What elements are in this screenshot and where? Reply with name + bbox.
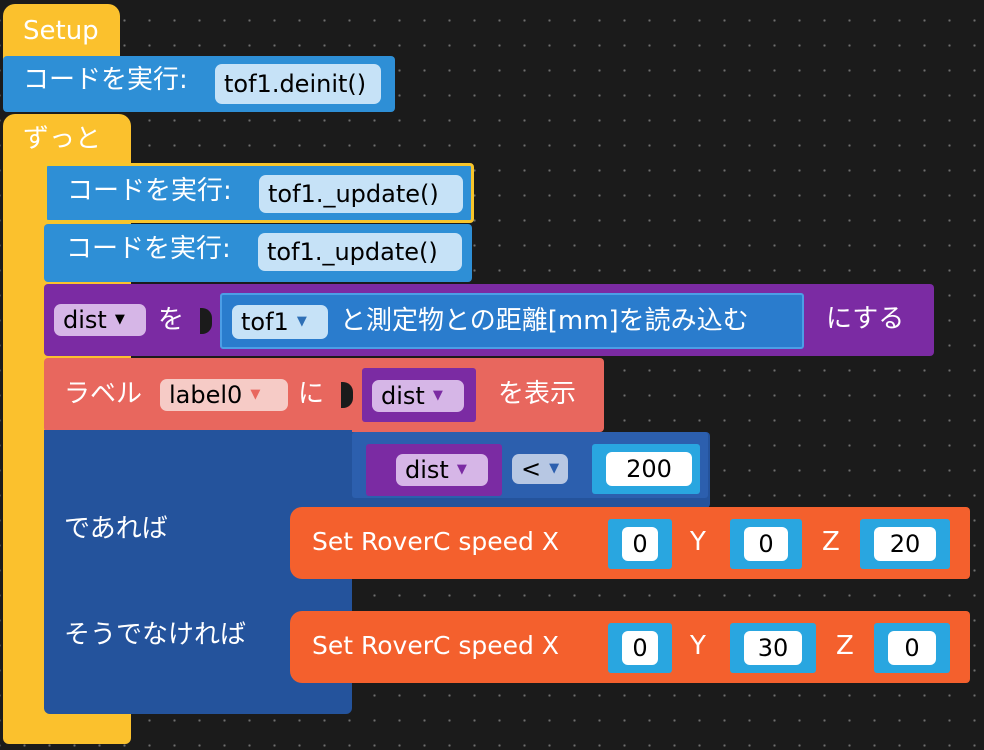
dist-variable-block[interactable]: dist ▼ [366,444,502,496]
variable-name: dist [405,456,449,484]
exec-code-label: コードを実行: [67,176,232,206]
rover-label: Set RoverC speed X [312,527,559,556]
then-label: であれば [64,514,168,544]
compare-block[interactable]: dist ▼ < ▼ 200 [352,432,708,498]
compare-number-field[interactable]: 200 [606,452,692,486]
set-suffix-label: にする [826,304,905,334]
z-label: Z [836,631,854,661]
y-number-block[interactable]: 30 [730,623,816,673]
code-field[interactable]: tof1._update() [258,233,462,271]
chevron-down-icon: ▼ [549,461,560,476]
operator-symbol: < [521,455,542,483]
z-label: Z [822,527,840,557]
display-suffix-label: を表示 [498,379,577,409]
else-label: そうでなければ [64,620,247,650]
y-number-block[interactable]: 0 [730,519,802,569]
rover-label: Set RoverC speed X [312,631,559,660]
x-number-block[interactable]: 0 [608,519,672,569]
z-field[interactable]: 20 [874,527,936,561]
y-field[interactable]: 30 [744,631,802,665]
exec-code-label: コードを実行: [66,234,231,264]
label-name: label0 [169,381,243,409]
x-number-block[interactable]: 0 [608,623,672,673]
sensor-read-label: と測定物との距離[mm]を読み込む [340,306,749,336]
sensor-name: tof1 [241,308,289,336]
chevron-down-icon: ▼ [296,314,307,329]
z-field[interactable]: 0 [888,631,936,665]
x-field[interactable]: 0 [622,631,658,665]
input-socket [200,308,212,334]
x-field[interactable]: 0 [622,527,658,561]
chevron-down-icon: ▼ [114,312,125,327]
rover-speed-block-else[interactable]: Set RoverC speed X 0 Y 30 Z 0 [290,611,970,683]
z-number-block[interactable]: 0 [874,623,950,673]
input-socket [341,382,353,408]
y-label: Y [690,527,706,557]
operator-dropdown[interactable]: < ▼ [512,454,568,484]
z-number-block[interactable]: 20 [860,519,950,569]
code-field[interactable]: tof1._update() [259,175,463,213]
set-variable-block[interactable]: dist ▼ を tof1 ▼ と測定物との距離[mm]を読み込む にする [44,284,934,356]
exec-code-block-1[interactable]: コードを実行: tof1._update() [44,163,474,223]
setup-block[interactable]: Setup [3,4,120,64]
variable-name: dist [63,306,107,334]
wo-label: を [158,305,185,335]
exec-code-block-2[interactable]: コードを実行: tof1._update() [44,224,472,282]
label-prefix: ラベル [64,379,143,409]
variable-name: dist [381,382,425,410]
forever-label: ずっと [23,124,102,154]
exec-code-block-setup[interactable]: コードを実行: tof1.deinit() [3,56,395,112]
tof-distance-block[interactable]: tof1 ▼ と測定物との距離[mm]を読み込む [220,293,804,349]
code-field[interactable]: tof1.deinit() [215,64,381,104]
chevron-down-icon: ▼ [456,462,467,477]
y-label: Y [690,631,706,661]
exec-code-label: コードを実行: [23,65,188,95]
variable-dropdown[interactable]: dist ▼ [372,380,464,412]
label-display-block[interactable]: ラベル label0 ▼ に dist ▼ を表示 [44,358,604,432]
chevron-down-icon: ▼ [432,388,443,403]
variable-dropdown[interactable]: dist ▼ [396,454,488,486]
chevron-down-icon: ▼ [250,387,261,402]
rover-speed-block-then[interactable]: Set RoverC speed X 0 Y 0 Z 20 [290,507,970,579]
variable-dropdown[interactable]: dist ▼ [54,304,146,336]
label-dropdown[interactable]: label0 ▼ [160,379,288,411]
number-block[interactable]: 200 [592,444,700,494]
ni-label: に [298,379,325,409]
dist-variable-block[interactable]: dist ▼ [362,368,476,422]
y-field[interactable]: 0 [744,527,788,561]
sensor-dropdown[interactable]: tof1 ▼ [232,305,328,339]
setup-label: Setup [23,16,99,46]
